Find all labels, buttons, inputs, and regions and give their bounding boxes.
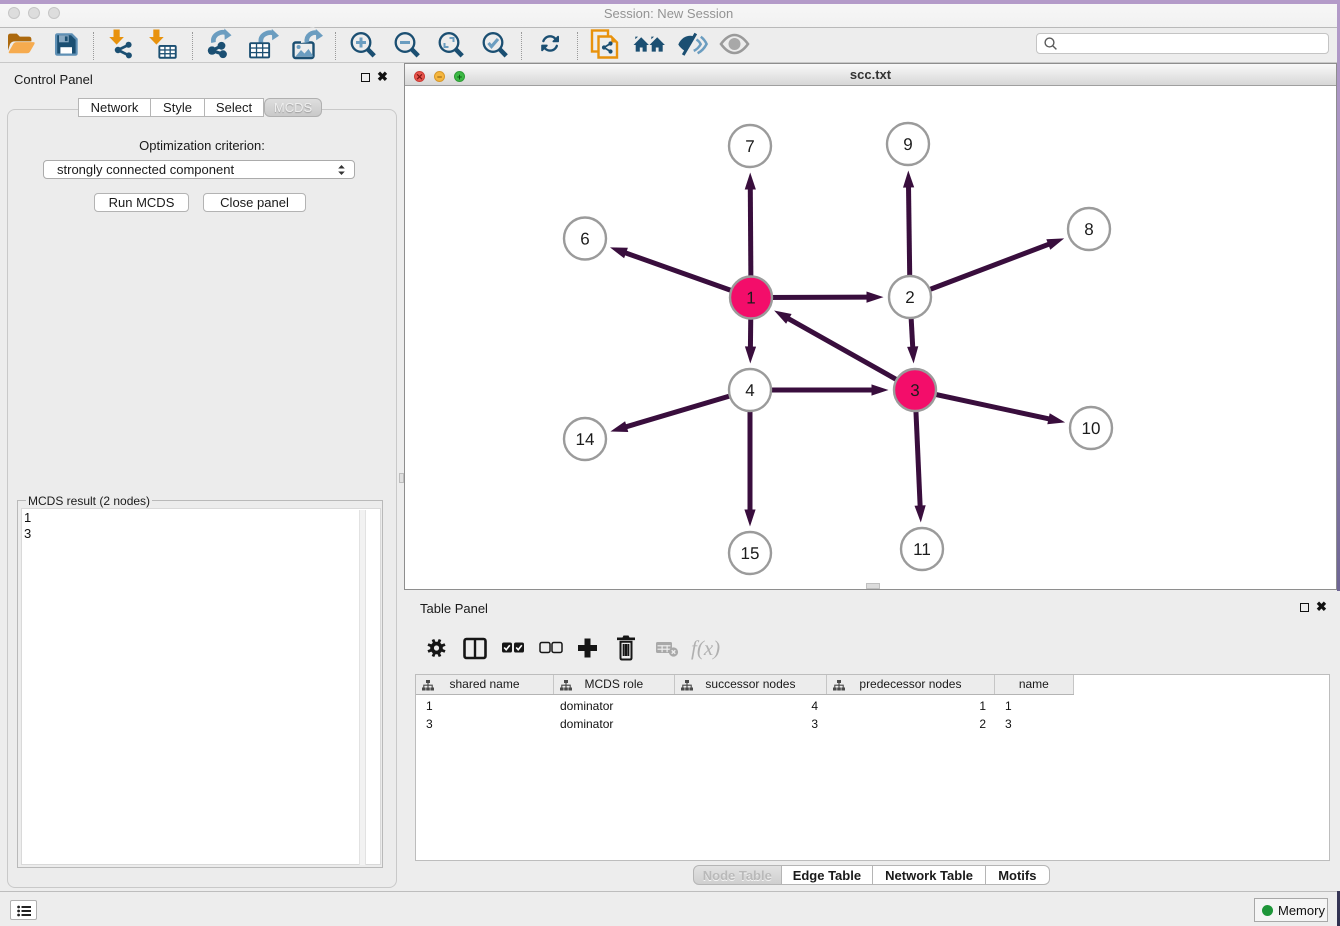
- svg-text:9: 9: [903, 135, 912, 154]
- svg-text:2: 2: [905, 288, 914, 307]
- svg-text:1: 1: [746, 289, 755, 308]
- svg-text:6: 6: [580, 230, 589, 249]
- svg-text:8: 8: [1084, 220, 1093, 239]
- svg-text:14: 14: [576, 430, 595, 449]
- svg-text:f(x): f(x): [691, 636, 720, 660]
- svg-text:3: 3: [910, 381, 919, 400]
- svg-text:4: 4: [745, 381, 754, 400]
- svg-text:10: 10: [1082, 419, 1101, 438]
- svg-text:15: 15: [741, 544, 760, 563]
- svg-text:7: 7: [745, 137, 754, 156]
- svg-text:11: 11: [913, 540, 931, 559]
